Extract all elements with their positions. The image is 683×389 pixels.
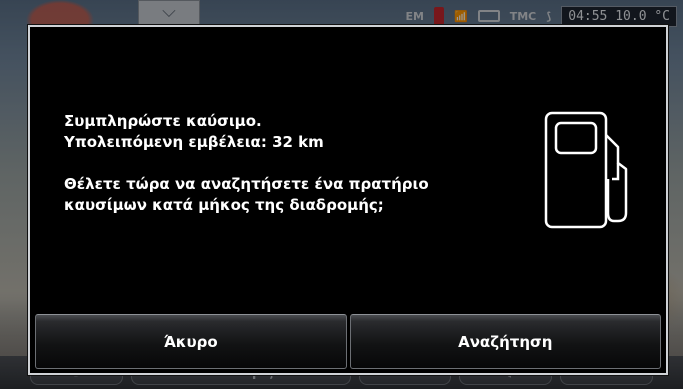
message-line-question-2: καυσίμων κατά μήκος της διαδρομής;: [64, 196, 384, 214]
fuel-pump-icon: [544, 111, 628, 229]
search-button[interactable]: Αναζήτηση: [349, 314, 661, 369]
message-line-question-1: Θέλετε τώρα να αναζητήσετε ένα πρατήριο: [64, 175, 429, 193]
dialog-button-row: Άκυρο Αναζήτηση: [35, 314, 661, 369]
cancel-button[interactable]: Άκυρο: [35, 314, 347, 369]
dialog-message: Συμπληρώστε καύσιμο. Υπολειπόμενη εμβέλε…: [64, 111, 524, 216]
message-line-title: Συμπληρώστε καύσιμο.: [64, 112, 262, 130]
message-line-range: Υπολειπόμενη εμβέλεια: 32 km: [64, 133, 324, 151]
fuel-warning-dialog: Συμπληρώστε καύσιμο. Υπολειπόμενη εμβέλε…: [28, 25, 668, 375]
